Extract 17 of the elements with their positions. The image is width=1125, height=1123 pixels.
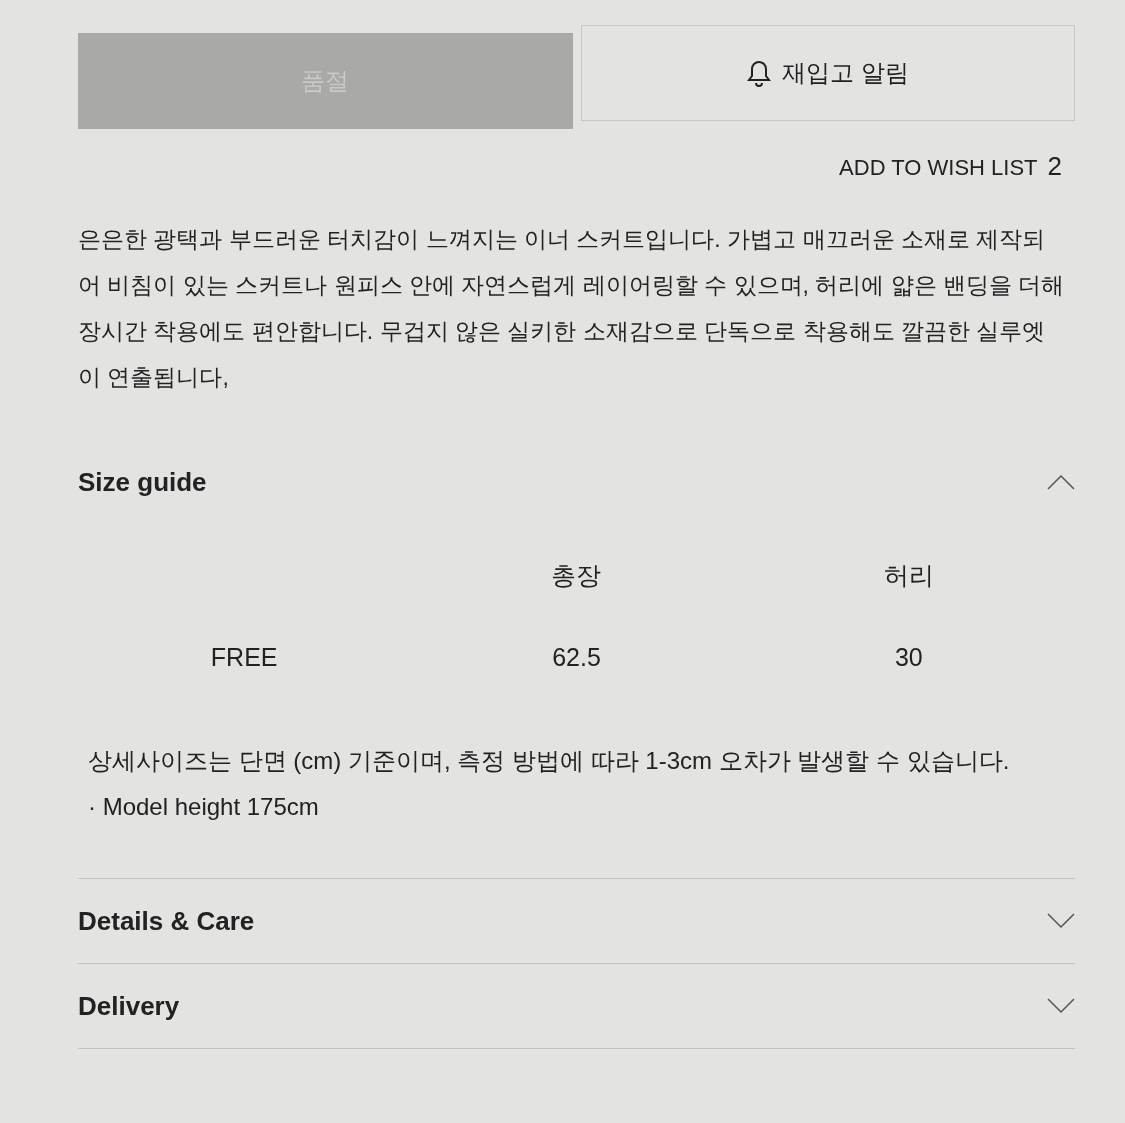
- chevron-down-icon: [1047, 913, 1075, 929]
- table-cell-text: 62.5: [551, 641, 602, 673]
- accordion-header[interactable]: Details & Care: [78, 879, 1075, 963]
- table-cell-text: 30: [893, 641, 924, 673]
- chevron-down-icon: [1047, 998, 1075, 1014]
- size-note: · Model height 175cm: [88, 792, 319, 822]
- accordion-header[interactable]: Delivery: [78, 964, 1075, 1048]
- bell-icon: [746, 59, 773, 87]
- size-cell-text: FREE: [209, 641, 279, 673]
- wish-list-link[interactable]: ADD TO WISH LIST 2: [839, 151, 1062, 182]
- restock-alert-button[interactable]: 재입고 알림: [580, 25, 1075, 121]
- size-note: 상세사이즈는 단면 (cm) 기준이며, 측정 방법에 따라 1-3cm 오차가 발생할 수 있습니다.: [88, 746, 1010, 776]
- chevron-up-icon: [1047, 474, 1075, 490]
- column-header: 허리: [882, 559, 935, 591]
- accordion-header[interactable]: Size guide: [78, 440, 1075, 524]
- product-description: 은은한 광택과 부드러운 터치감이 느껴지는 이너 스커트입니다. 가볍고 매끄러운 소재로 제작되어 비침이 있는 스커트나 원피스 안에 자연스럽게 레이어링할 수 있으며, 허리에 얇은 밴딩을 더해 장시간 착용에도 편안합니다. 무겁지 않은 실키한 소재감으로 단독으로 착용해도 깔끔한 실루엣이 연출됩니다,: [78, 225, 1065, 392]
- column-header: 총장: [550, 559, 603, 591]
